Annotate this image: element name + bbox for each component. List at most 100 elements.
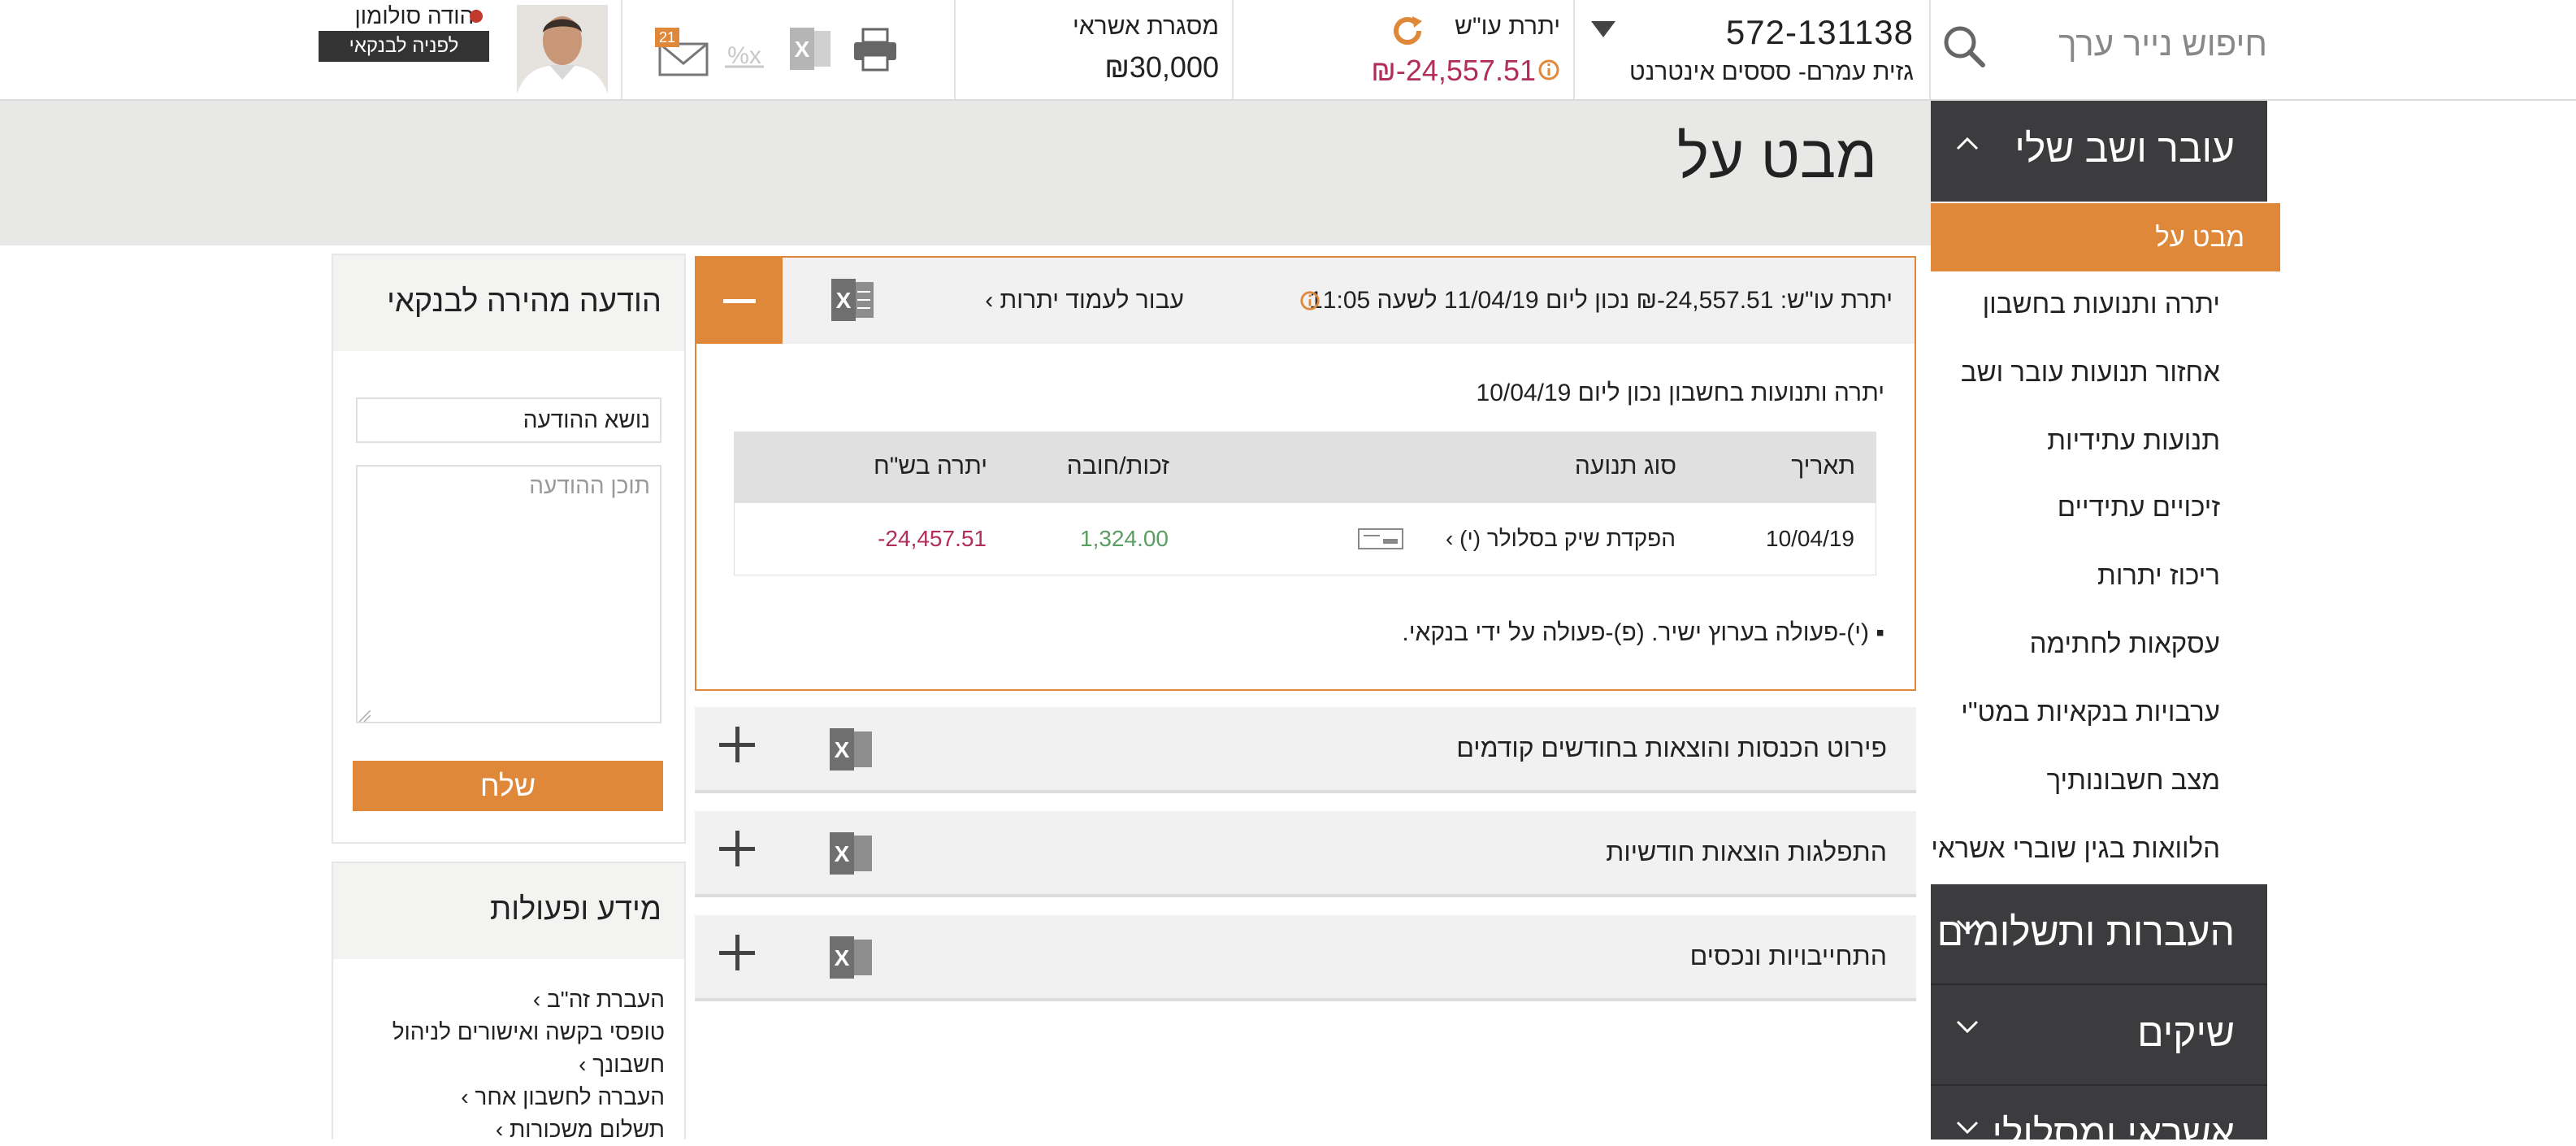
monthly-expenses-panel[interactable]: X התפלגות הוצאות חודשיות — [695, 811, 1916, 897]
message-body-field[interactable]: תוכן ההודעה — [356, 465, 661, 723]
sidebar-item-balance-transactions[interactable]: יתרה ותנועות בחשבון — [1931, 271, 2256, 336]
excel-export-icon[interactable]: X — [828, 832, 874, 875]
sidebar-item-label: זיכויים עתידיים — [2057, 492, 2220, 522]
goto-balances-label: עבור לעמוד יתרות — [1000, 287, 1184, 314]
info-actions-widget: מידע ופעולות העברת זה"ב › טופסי בקשה ואי… — [332, 862, 686, 1142]
info-icon[interactable] — [1299, 290, 1321, 315]
link-label: טופסי בקשה ואישורים לניהול חשבונך — [392, 1019, 665, 1077]
contact-banker-button[interactable]: לפניה לבנקאי — [319, 31, 489, 62]
sidebar-item-label: תנועות עתידיות — [2047, 425, 2220, 455]
row-amount: 1,324.00 — [1080, 526, 1169, 551]
panel-balance-line: יתרת עו"ש: 24,557.51-₪ נכון ליום 11/04/1… — [1306, 287, 1893, 315]
column-header-credit-debit: זכות/חובה — [1066, 453, 1169, 480]
info-link-foreign-currency[interactable]: העברת זה"ב › — [348, 983, 665, 1016]
table-header: תאריך סוג תנועה זכות/חובה יתרה בש"ח — [734, 432, 1876, 503]
check-icon[interactable] — [1357, 527, 1404, 554]
sidebar-item-deals-to-sign[interactable]: עסקאות לחתימה — [1931, 611, 2256, 676]
balance-label: יתרת עו"ש — [1455, 13, 1560, 40]
row-type[interactable]: הפקדת שיק בסלולר (י) › — [1446, 526, 1676, 552]
sidebar-item-label: ערבויות בנקאיות במט"י — [1961, 697, 2220, 727]
svg-text:x%: x% — [727, 42, 761, 68]
send-button[interactable]: שלח — [353, 761, 663, 811]
sidebar-section-label: שיקים — [2137, 1012, 2235, 1055]
liabilities-assets-panel[interactable]: X התחייבויות ונכסים — [695, 915, 1916, 1001]
user-name[interactable]: יהודה סולומון — [325, 3, 479, 29]
balance-value: ₪-24,557.51 — [1371, 54, 1536, 87]
expand-icon[interactable] — [719, 831, 755, 866]
panel-title: התחייבויות ונכסים — [1689, 941, 1887, 970]
account-name: גזית עמרם- סססים אינטרנט — [1629, 59, 1914, 85]
expand-icon[interactable] — [719, 727, 755, 762]
excel-export-icon[interactable]: X — [830, 279, 875, 321]
sidebar-item-retrieve-transactions[interactable]: אחזור תנועות עובר ושב — [1931, 340, 2256, 405]
sidebar-item-bank-guarantees[interactable]: ערבויות בנקאיות במט"י — [1931, 679, 2256, 744]
sidebar-item-future-transactions[interactable]: תנועות עתידיות — [1931, 408, 2256, 473]
divider — [621, 0, 622, 99]
sidebar-section-checks[interactable]: שיקים — [1931, 985, 2267, 1086]
sidebar-section-label: אשראי ומסלולי — [1992, 1113, 2235, 1139]
info-link-request-forms[interactable]: טופסי בקשה ואישורים לניהול חשבונך › — [348, 1016, 665, 1081]
excel-icon[interactable]: X — [788, 28, 834, 74]
widget-title: הודעה מהירה לבנקאי — [387, 284, 661, 319]
excel-export-icon[interactable]: X — [828, 728, 874, 771]
status-dot — [470, 10, 483, 23]
chevron-down-icon[interactable] — [1955, 910, 1980, 942]
chevron-down-icon[interactable] — [1591, 18, 1615, 46]
collapse-button[interactable] — [696, 258, 783, 344]
column-header-balance: יתרה בש"ח — [873, 453, 987, 480]
message-subject-field[interactable]: נושא ההודעה — [356, 397, 661, 443]
divider — [1232, 0, 1234, 99]
svg-text:X: X — [835, 737, 850, 762]
svg-text:X: X — [835, 945, 850, 970]
sidebar-item-overview[interactable]: מבט על — [1931, 203, 2280, 271]
account-number[interactable]: 572-131138 — [1625, 13, 1914, 52]
refresh-icon[interactable] — [1388, 11, 1427, 54]
excel-export-icon[interactable]: X — [828, 936, 874, 979]
resize-handle-icon[interactable] — [358, 710, 371, 726]
account-balance-panel: X עבור לעמוד יתרות › יתרת עו"ש: 24,557.5… — [695, 256, 1916, 691]
svg-text:X: X — [795, 37, 810, 62]
expand-icon[interactable] — [719, 935, 755, 970]
footnote-text: (י)-פעולה בערוץ ישיר. (פ)-פעולה על ידי ב… — [1402, 619, 1870, 646]
svg-text:X: X — [835, 841, 850, 866]
chevron-down-icon[interactable] — [1955, 1011, 1980, 1043]
chevron-down-icon[interactable] — [1955, 1112, 1980, 1139]
printer-icon[interactable] — [852, 28, 899, 76]
avatar — [517, 5, 608, 94]
widget-header: מידע ופעולות — [333, 863, 684, 959]
link-label: העברת זה"ב — [547, 987, 665, 1012]
sidebar-item-credit-voucher-loans[interactable]: הלוואות בגין שוברי אשראי — [1931, 816, 2256, 881]
info-icon[interactable] — [1537, 59, 1560, 85]
link-label: תשלום משכורות — [509, 1117, 665, 1142]
sidebar-item-label: עסקאות לחתימה — [2029, 628, 2220, 658]
chevron-up-icon[interactable] — [1955, 127, 1980, 158]
quick-message-widget: הודעה מהירה לבנקאי נושא ההודעה תוכן ההוד… — [332, 254, 686, 844]
sidebar-section-credit[interactable]: אשראי ומסלולי — [1931, 1086, 2267, 1139]
table-row[interactable]: 10/04/19 הפקדת שיק בסלולר (י) › 1,324.00… — [734, 503, 1876, 575]
balance-line-text: יתרת עו"ש: 24,557.51-₪ נכון ליום 11/04/1… — [1309, 287, 1893, 314]
sidebar-item-label: מבט על — [2155, 222, 2244, 252]
sidebar-section-transfers-payments[interactable]: העברות ותשלומים — [1931, 884, 2267, 985]
info-link-transfer-other-account[interactable]: העברה לחשבון אחר › — [348, 1081, 665, 1113]
row-date: 10/04/19 — [1766, 526, 1854, 551]
sidebar-section-label: העברות ותשלומים — [1936, 911, 2235, 954]
goto-balances-link[interactable]: עבור לעמוד יתרות › — [940, 287, 1184, 315]
security-search-input[interactable]: חיפוש נייר ערך — [2032, 24, 2267, 63]
sidebar-item-label: אחזור תנועות עובר ושב — [1960, 357, 2220, 387]
widget-header: הודעה מהירה לבנקאי — [333, 255, 684, 351]
prev-months-income-expenses-panel[interactable]: X פירוט הכנסות והוצאות בחודשים קודמים — [695, 707, 1916, 793]
sidebar-item-future-credits[interactable]: זיכויים עתידיים — [1931, 475, 2256, 540]
sidebar-item-accounts-status[interactable]: מצב חשבונותיך — [1931, 748, 2256, 813]
info-link-salary-payment[interactable]: תשלום משכורות › — [348, 1113, 665, 1146]
sidebar-section-my-account[interactable]: עובר ושב שלי — [1931, 101, 2267, 202]
percent-x-icon[interactable]: x% — [722, 41, 767, 72]
panel-header[interactable]: X עבור לעמוד יתרות › יתרת עו"ש: 24,557.5… — [696, 258, 1915, 344]
page-title: מבט על — [1676, 123, 1877, 190]
sidebar-item-label: הלוואות בגין שוברי אשראי — [1931, 833, 2220, 863]
search-icon[interactable] — [1941, 23, 1989, 76]
top-header: חיפוש נייר ערך 572-131138 גזית עמרם- ססס… — [0, 0, 2576, 101]
column-header-date: תאריך — [1791, 453, 1855, 480]
column-header-type: סוג תנועה — [1574, 453, 1676, 480]
sidebar-item-balances-summary[interactable]: ריכוז יתרות — [1931, 543, 2256, 608]
link-label: העברה לחשבון אחר — [475, 1084, 665, 1109]
